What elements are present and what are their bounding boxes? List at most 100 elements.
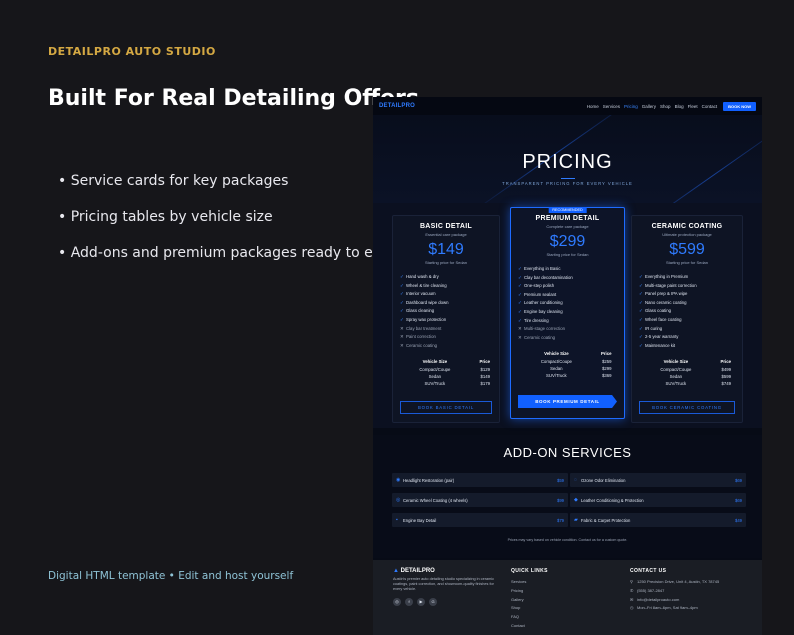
addon-item[interactable]: ◆ Leather Conditioning & Protection $69 (570, 493, 746, 507)
size-price-table: Vehicle Size Price Compact/Coupe $499 Sedan $… (643, 358, 731, 387)
plan-desc: Essential care package (425, 232, 467, 237)
wind-icon: ◌ (574, 477, 577, 483)
feature-text: IR curing (645, 325, 663, 331)
feature-item: ✓ Multi-stage paint correction (639, 282, 742, 291)
feature-item: ✓ 2-5 year warranty (639, 333, 742, 342)
feature-text: One-step polish (524, 283, 555, 289)
facebook-icon[interactable]: f (405, 598, 413, 606)
addon-item[interactable]: ◉ Headlight Restoration (pair) $59 (392, 473, 568, 487)
feature-text: Multi-stage correction (524, 326, 566, 332)
price-cell: $749 (721, 381, 731, 387)
feature-text: Clay bar decontamination (524, 274, 573, 280)
plan-card-basic: BASIC DETAIL Essential care package $149… (392, 215, 500, 423)
feature-text: Glass cleaning (406, 308, 435, 314)
hero-underline (561, 178, 575, 179)
table-header-row: Vehicle Size Price (643, 358, 731, 365)
plan-name: CERAMIC COATING (651, 223, 723, 230)
feature-item: ✓ Everything in Premium (639, 273, 742, 282)
feature-text: Wheel face coating (645, 316, 682, 322)
feature-item: ✕ Ceramic coating (400, 342, 499, 351)
recommended-badge: RECOMMENDED (548, 207, 587, 213)
promo-brand: DETAILPRO AUTO STUDIO (48, 45, 216, 58)
nav-link-home[interactable]: Home (587, 104, 599, 109)
footer-link[interactable]: Contact (511, 622, 548, 631)
nav-link-contact[interactable]: Contact (702, 104, 718, 109)
nav-link-services[interactable]: Services (603, 104, 620, 109)
table-row: Compact/Coupe $259 (524, 357, 612, 364)
addon-price: $59 (557, 477, 564, 483)
addons-note: Prices may vary based on vehicle conditi… (507, 538, 628, 542)
footer-link[interactable]: Shop (511, 604, 548, 613)
nav-link-shop[interactable]: Shop (660, 104, 671, 109)
promo-title: Built For Real Detailing Offers (48, 86, 419, 111)
price-cell: $259 (601, 358, 612, 364)
column-header: Price (600, 351, 612, 357)
feature-item: ✓ Interior vacuum (400, 290, 499, 299)
book-premium-button[interactable]: BOOK PREMIUM DETAIL (518, 395, 617, 408)
engine-icon: ▪ (396, 517, 398, 523)
table-row: Compact/Coupe $129 (402, 365, 490, 372)
feature-text: Hand wash & dry (406, 274, 439, 279)
plan-desc: Ultimate protection package (662, 232, 712, 237)
table-header-row: Vehicle Size Price (402, 358, 490, 365)
book-ceramic-button[interactable]: BOOK CERAMIC COATING (639, 401, 735, 414)
instagram-icon[interactable]: ◎ (393, 598, 401, 606)
bullet-item: • Pricing tables by vehicle size (58, 209, 273, 225)
google-icon[interactable]: G (429, 598, 437, 606)
book-basic-button[interactable]: BOOK BASIC DETAIL (400, 401, 492, 414)
table-row: Sedan $299 (524, 365, 611, 372)
addon-name: Headlight Restoration (pair) (403, 477, 455, 483)
feature-text: 2-5 year warranty (645, 334, 679, 340)
plan-price: $299 (549, 233, 586, 250)
price-cell: $499 (721, 366, 731, 372)
nav-link-blog[interactable]: Blog (675, 104, 684, 109)
footer-link[interactable]: FAQ (511, 613, 548, 622)
feature-item: ✓ Engine bay cleaning (518, 308, 624, 317)
contact-hours: Mon–Fri 8am–6pm, Sat 9am–4pm (637, 605, 698, 611)
addon-item[interactable]: ◌ Ozone Odor Elimination $69 (570, 473, 746, 487)
addon-item[interactable]: ▪ Engine Bay Detail $79 (392, 513, 568, 527)
footer-link[interactable]: Services (511, 578, 548, 587)
vehicle-size-cell: Sedan (669, 373, 683, 379)
feature-item: ✓ Spray wax protection (400, 316, 499, 325)
feature-item: ✓ Glass coating (639, 307, 742, 316)
feature-text: Spray wax protection (406, 316, 447, 322)
size-price-table: Vehicle Size Price Compact/Coupe $259 Sedan $… (524, 350, 612, 379)
feature-item: ✓ IR curing (639, 325, 742, 334)
youtube-icon[interactable]: ▶ (417, 598, 425, 606)
feature-item: ✓ Dashboard wipe down (400, 299, 499, 308)
footer-link[interactable]: Pricing (511, 587, 548, 596)
feature-text: Premium sealant (524, 291, 557, 297)
feature-text: Glass coating (645, 308, 672, 314)
feature-text: Everything in Basic (524, 266, 561, 271)
feature-text: Paint correction (406, 334, 436, 340)
feature-text: Wheel & tire cleaning (406, 282, 447, 288)
contact-item[interactable]: ✆ (555) 387-2847 (630, 587, 719, 596)
plan-desc: Complete care package (546, 224, 589, 229)
plan-name: BASIC DETAIL (419, 223, 473, 230)
book-now-button[interactable]: BOOK NOW (723, 101, 756, 111)
feature-list: ✓ Everything in Basic ✓ Clay bar decontamin… (511, 265, 624, 342)
nav-link-pricing[interactable]: Pricing (624, 104, 638, 109)
table-row: Sedan $149 (402, 373, 490, 380)
price-cell: $149 (480, 373, 490, 379)
contact-item[interactable]: ✉ info@detailproauto.com (630, 596, 719, 605)
footer-link[interactable]: Gallery (511, 596, 548, 605)
nav-link-gallery[interactable]: Gallery (642, 104, 656, 109)
site-footer: ▲ DETAILPRO Austin's premier auto detail… (373, 560, 762, 635)
nav-link-fleet[interactable]: Fleet (688, 104, 698, 109)
feature-text: Maintenance kit (645, 342, 676, 348)
feature-item: ✓ Hand wash & dry (400, 273, 499, 282)
feature-text: Everything in Premium (645, 274, 689, 279)
addon-item[interactable]: ◎ Ceramic Wheel Coating (4 wheels) $99 (392, 493, 568, 507)
site-logo[interactable]: DETAILPRO (379, 103, 415, 109)
addon-item[interactable]: ▰ Fabric & Carpet Protection $49 (570, 513, 746, 527)
wheel-icon: ◎ (396, 497, 401, 503)
feature-text: Interior vacuum (406, 291, 436, 297)
plan-card-ceramic: CERAMIC COATING Ultimate protection pack… (631, 215, 743, 423)
feature-item: ✓ Premium sealant (518, 291, 624, 300)
lightbulb-icon: ◉ (396, 477, 401, 483)
pricing-section: BASIC DETAIL Essential care package $149… (373, 203, 762, 428)
addon-price: $79 (557, 517, 564, 523)
feature-text: Dashboard wipe down (406, 299, 449, 305)
